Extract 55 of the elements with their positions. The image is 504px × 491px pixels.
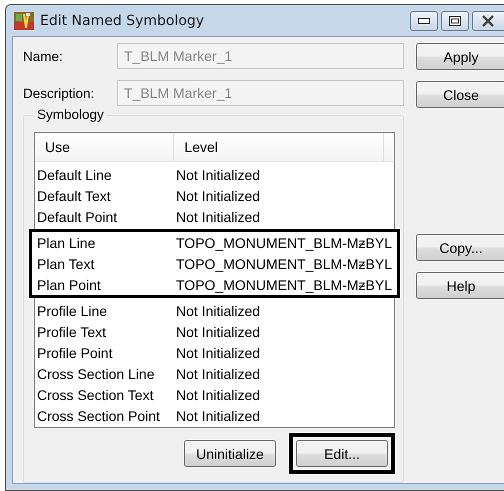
dialog-button[interactable]: Apply (416, 43, 504, 70)
table-cell-text: Profile Point (36, 344, 114, 360)
table-cell: Not Initialized (176, 166, 260, 182)
table-row[interactable]: Profile Text Not Initialized (35, 321, 394, 342)
dialog-button[interactable]: Uninitialize (184, 440, 276, 467)
table-cell: Not Initialized (176, 208, 260, 224)
maximize-icon (449, 16, 461, 26)
table-row[interactable]: Cross Section Line Not Initialized (35, 363, 394, 384)
table-row[interactable]: Plan Point TOPO_MONUMENT_BLM-MᵶBYL (35, 274, 394, 295)
table-cell-text: Plan Text (36, 256, 96, 272)
column-header[interactable]: Level (174, 133, 384, 161)
field-label: Description: (23, 86, 96, 100)
dialog-button[interactable]: Copy... (416, 234, 504, 261)
minimize-icon (418, 18, 430, 24)
table-row[interactable]: Cross Section Text Not Initialized (35, 384, 394, 405)
dialog-button[interactable]: Edit... (296, 440, 388, 467)
table-cell: Not Initialized (176, 302, 260, 318)
table-cell: Not Initialized (176, 408, 260, 424)
table-cell: Not Initialized (176, 344, 260, 360)
table-cell: TOPO_MONUMENT_BLM-MᵶBYL (176, 256, 392, 272)
app-icon (14, 12, 34, 30)
table-row[interactable]: Plan Text TOPO_MONUMENT_BLM-MᵶBYL (35, 253, 394, 274)
table-cell: Not Initialized (176, 324, 260, 340)
table-row[interactable]: Plan Line TOPO_MONUMENT_BLM-MᵶBYL (35, 232, 394, 253)
table-cell-text: Cross Section Point (36, 408, 161, 424)
close-icon (481, 14, 495, 26)
table-cell: TOPO_MONUMENT_BLM-MᵶBYL (176, 276, 392, 292)
minimize-button[interactable] (410, 10, 438, 30)
table-cell-text: Cross Section Text (36, 386, 154, 402)
group-title: Symbology (34, 107, 107, 122)
table-cell: Not Initialized (176, 366, 260, 382)
dialog-button[interactable]: Close (416, 81, 504, 108)
table-cell: Not Initialized (176, 188, 260, 204)
table-cell-text: Plan Line (36, 234, 96, 250)
table-row[interactable]: Profile Line Not Initialized (35, 300, 394, 321)
table-row[interactable]: Default Line Not Initialized (35, 164, 394, 185)
table-cell-text: Default Line (36, 166, 113, 182)
table-cell-text: Profile Text (36, 324, 107, 340)
maximize-button[interactable] (441, 10, 469, 30)
table-cell-text: Plan Point (36, 276, 102, 292)
window-title: Edit Named Symbology (40, 12, 204, 28)
table-cell: Not Initialized (176, 386, 260, 402)
table-row[interactable]: Cross Section Point Not Initialized (35, 405, 394, 426)
table-row[interactable]: Default Point Not Initialized (35, 206, 394, 227)
table-cell-text: Default Point (36, 208, 118, 224)
table-cell-text: Profile Line (36, 302, 108, 318)
field-label: Name: (23, 48, 64, 64)
table-cell: TOPO_MONUMENT_BLM-MᵶBYL (176, 234, 392, 250)
close-button[interactable] (472, 10, 504, 30)
dialog-button[interactable]: Help (416, 272, 504, 299)
table-row[interactable]: Default Text Not Initialized (35, 185, 394, 206)
column-header[interactable]: Use (35, 133, 174, 161)
table-cell-text: Default Text (36, 188, 112, 204)
table-row[interactable]: Profile Point Not Initialized (35, 342, 394, 363)
table-cell-text: Cross Section Line (36, 366, 156, 382)
